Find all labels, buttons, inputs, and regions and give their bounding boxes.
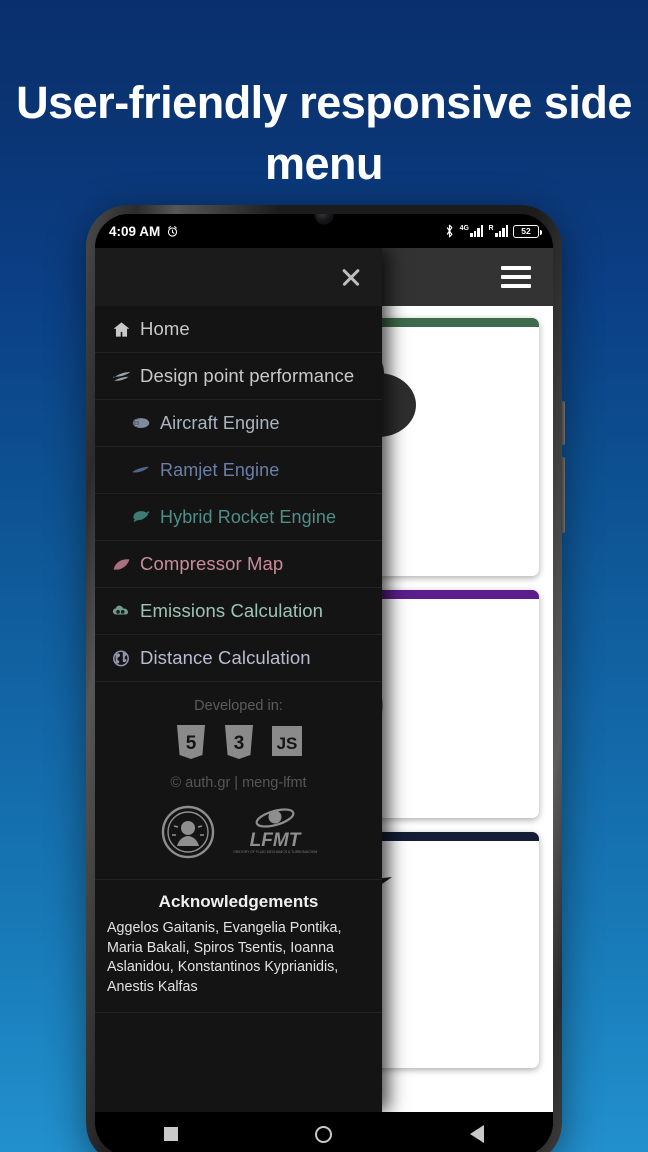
acknowledgements-body: Aggelos Gaitanis, Evangelia Pontika, Mar… xyxy=(107,920,342,996)
wing-icon xyxy=(111,366,131,386)
sidebar-item-design-point-performance[interactable]: Design point performance xyxy=(95,353,382,400)
globe-icon xyxy=(111,648,131,668)
hamburger-menu-icon[interactable] xyxy=(501,266,531,288)
drawer-footer: Developed in: 5 3 JS © auth.gr | meng-lf… xyxy=(95,682,382,879)
bluetooth-icon xyxy=(446,224,453,238)
organization-logos: LFMT LABORATORY OF FLUID MECHANICS & TUR… xyxy=(95,805,382,873)
svg-text:5: 5 xyxy=(185,733,196,754)
triangle-back-icon[interactable] xyxy=(470,1125,485,1143)
sidebar-item-label: Hybrid Rocket Engine xyxy=(160,506,337,527)
sidebar-item-label: Compressor Map xyxy=(140,553,284,574)
css3-icon: 3 xyxy=(224,725,253,759)
sidebar-item-label: Distance Calculation xyxy=(140,647,311,668)
battery-indicator: 52 xyxy=(513,224,542,238)
sidebar-item-distance-calculation[interactable]: Distance Calculation xyxy=(95,635,382,682)
signal-bars-2 xyxy=(495,225,508,237)
sidebar-item-home[interactable]: Home xyxy=(95,306,382,353)
battery-level-label: 52 xyxy=(521,226,531,236)
home-icon xyxy=(111,319,131,339)
svg-text:JS: JS xyxy=(276,734,297,753)
sidebar-item-label: Emissions Calculation xyxy=(140,600,324,621)
square-recents-icon[interactable] xyxy=(163,1127,178,1141)
javascript-icon: JS xyxy=(271,726,302,756)
sidebar-item-hybrid-rocket-engine[interactable]: Hybrid Rocket Engine xyxy=(95,494,382,541)
drawer-menu[interactable]: Home Design point performance Aircraft E… xyxy=(95,306,382,682)
front-camera-icon xyxy=(316,214,332,223)
sidebar-item-label: Ramjet Engine xyxy=(160,459,280,480)
sidebar-item-label: Home xyxy=(140,318,190,339)
html5-icon: 5 xyxy=(176,725,205,759)
svg-text:LFMT: LFMT xyxy=(249,830,301,851)
sidebar-item-emissions-calculation[interactable]: Emissions Calculation xyxy=(95,588,382,635)
auth-seal-logo xyxy=(161,805,214,859)
engine-icon xyxy=(131,413,151,433)
phone-screen-frame: 4:09 AM 4G R 52 Home Design point perfor… xyxy=(95,214,553,1152)
alarm-icon xyxy=(168,225,178,237)
rocket-icon xyxy=(131,507,151,527)
acknowledgements-title: Acknowledgements xyxy=(158,892,319,911)
page-title: User-friendly responsive side menu xyxy=(16,77,632,190)
app-screen: 4:09 AM 4G R 52 Home Design point perfor… xyxy=(95,214,553,1152)
status-bar-right: 4G R 52 xyxy=(444,224,542,238)
drawer-header xyxy=(95,248,382,306)
ramjet-icon xyxy=(131,460,151,480)
sidebar-item-aircraft-engine[interactable]: Aircraft Engine xyxy=(95,400,382,447)
phone-mockup: 4:09 AM 4G R 52 Home Design point perfor… xyxy=(86,205,565,1152)
lfmt-logo: LFMT LABORATORY OF FLUID MECHANICS & TUR… xyxy=(233,808,317,854)
circle-home-icon[interactable] xyxy=(315,1125,333,1143)
status-bar: 4:09 AM 4G R 52 xyxy=(95,214,553,248)
camera-notch xyxy=(297,214,351,242)
cloud-co2-icon xyxy=(111,601,131,621)
status-bar-left: 4:09 AM xyxy=(109,224,179,239)
network-indicator-2: R xyxy=(488,225,508,237)
acknowledgements-section: Acknowledgements Aggelos Gaitanis, Evang… xyxy=(95,879,382,1013)
network-indicator-1: 4G xyxy=(460,225,484,237)
copyright-label: © auth.gr | meng-lfmt xyxy=(170,775,307,791)
phone-side-button-volume xyxy=(561,401,565,445)
network-type-label-2: R xyxy=(488,225,494,232)
developed-in-label: Developed in: xyxy=(194,698,283,714)
side-drawer: Home Design point performance Aircraft E… xyxy=(95,248,382,1112)
status-bar-time: 4:09 AM xyxy=(109,223,161,239)
network-type-label-1: 4G xyxy=(459,225,469,232)
compressor-icon xyxy=(111,554,131,574)
sidebar-item-ramjet-engine[interactable]: Ramjet Engine xyxy=(95,447,382,494)
svg-text:3: 3 xyxy=(233,733,244,754)
app-body: CO 2 Emissions Great Circle Distance Cal… xyxy=(95,248,553,1112)
phone-side-button-power xyxy=(561,457,565,533)
sidebar-item-label: Aircraft Engine xyxy=(160,412,280,433)
tech-icons: 5 3 JS xyxy=(95,723,382,761)
svg-text:LABORATORY OF FLUID MECHANICS: LABORATORY OF FLUID MECHANICS & TURBOMAC… xyxy=(233,850,317,854)
sidebar-item-compressor-map[interactable]: Compressor Map xyxy=(95,541,382,588)
close-icon[interactable] xyxy=(338,264,364,290)
sidebar-item-label: Design point performance xyxy=(140,365,355,386)
android-navigation-bar xyxy=(95,1112,553,1152)
signal-bars-1 xyxy=(470,225,484,237)
